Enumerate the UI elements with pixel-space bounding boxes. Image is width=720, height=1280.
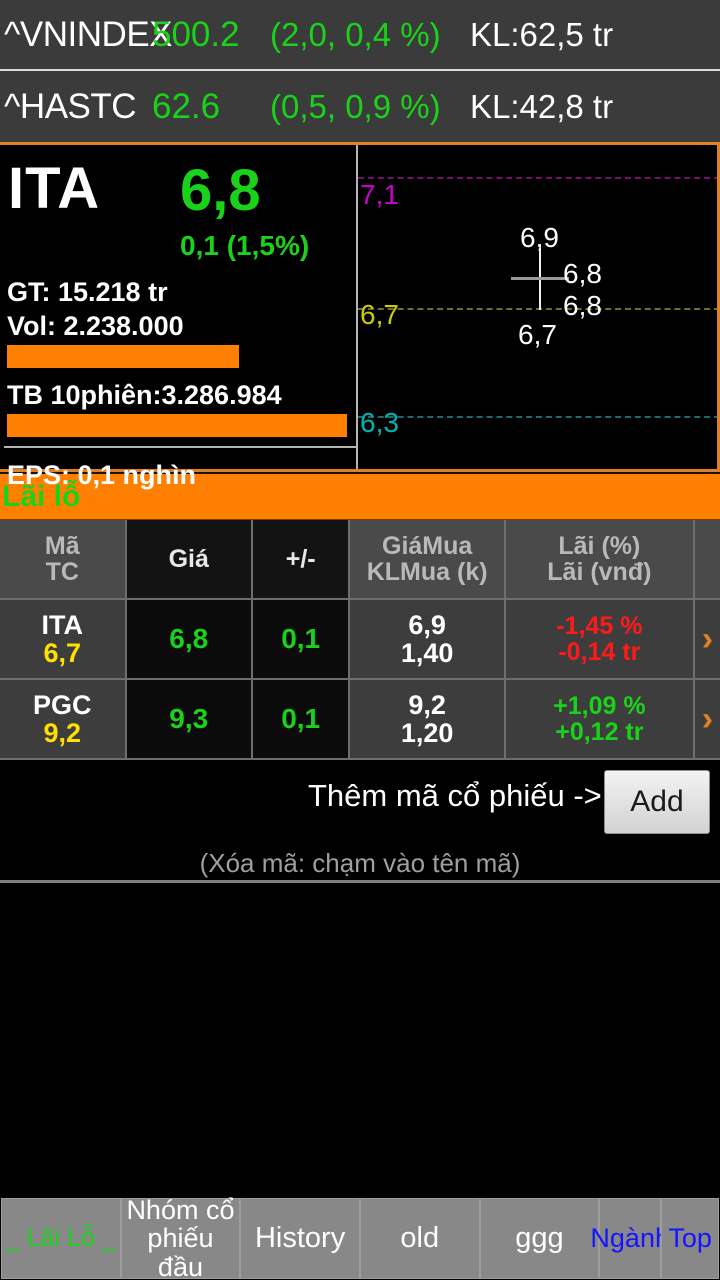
column-header-change: +/- (253, 520, 351, 598)
row-profit-pct: +1,09 % (553, 692, 646, 720)
column-header-price: Giá (126, 520, 253, 598)
row-symbol: ITA (41, 609, 84, 640)
candle-low-label: 6,7 (518, 319, 557, 350)
delete-hint-text: (Xóa mã: chạm vào tên mã) (199, 848, 521, 878)
stock-volume: Vol: 2.238.000 (7, 311, 184, 341)
row-buy-qty: 1,40 (400, 638, 454, 668)
volume-bar (7, 345, 239, 368)
cell-profit: +1,09 % +0,12 tr (505, 680, 695, 758)
add-stock-label: Thêm mã cổ phiếu -> (308, 778, 602, 813)
bottom-navigation-bar: _ Lãi Lỗ _ Nhóm cổ phiếu đầu History old… (0, 1195, 720, 1280)
stock-price: 6,8 (180, 158, 261, 223)
row-price: 6,8 (169, 623, 209, 655)
index-name: ^HASTC (4, 86, 137, 126)
header-line1: GiáMua (382, 532, 473, 560)
candle-body (511, 277, 569, 280)
stock-avg10: TB 10phiên:3.286.984 (7, 380, 282, 410)
index-value: 62.6 (152, 86, 221, 126)
nav-button-nganh[interactable]: Ngành (590, 1198, 670, 1279)
nav-button-history[interactable]: History (240, 1198, 360, 1279)
nav-button-nhom-co-phieu-dau[interactable]: Nhóm cổ phiếu đầu (120, 1195, 241, 1280)
content-divider (0, 880, 720, 883)
table-header-row: Mã TC Giá +/- GiáMua KLMua (k) Lãi (%) L… (0, 520, 720, 600)
nav-button-lai-lo[interactable]: _ Lãi Lỗ _ (1, 1198, 121, 1279)
gridlabel-ceiling: 7,1 (360, 179, 399, 210)
candlestick-chart[interactable]: 7,1 6,7 6,3 6,9 6,8 6,8 6,7 (358, 145, 720, 469)
nav-button-top[interactable]: Top (661, 1198, 720, 1279)
header-line1: +/- (285, 545, 316, 573)
candle-close-label: 6,8 (563, 290, 602, 321)
table-row[interactable]: PGC 9,2 9,3 0,1 9,2 1,20 +1,09 % +0,12 t… (0, 680, 720, 760)
cell-buy: 9,2 1,20 (350, 680, 506, 758)
cell-price: 9,3 (126, 680, 253, 758)
index-volume: KL:62,5 tr (470, 15, 614, 53)
header-line2: KLMua (k) (366, 558, 488, 586)
header-line1: Giá (168, 545, 209, 573)
column-header-symbol: Mã TC (0, 520, 127, 598)
app-root: ^VNINDEX 500.2 (2,0, 0,4 %) KL:62,5 tr ^… (0, 0, 720, 1280)
index-row-hastc[interactable]: ^HASTC 62.6 (0,5, 0,9 %) KL:42,8 tr (0, 71, 720, 142)
gridline-ceiling (358, 177, 720, 179)
chevron-right-icon: › (694, 680, 720, 758)
gridlabel-floor: 6,3 (360, 407, 399, 438)
index-name: ^VNINDEX (4, 14, 173, 54)
index-change: (2,0, 0,4 %) (270, 15, 441, 53)
row-profit-value: -0,14 tr (558, 638, 641, 666)
cell-change: 0,1 (253, 600, 351, 678)
index-row-vnindex[interactable]: ^VNINDEX 500.2 (2,0, 0,4 %) KL:62,5 tr (0, 0, 720, 71)
add-button[interactable]: Add (604, 770, 710, 834)
cell-buy: 6,9 1,40 (350, 600, 506, 678)
gridline-floor (358, 416, 720, 418)
row-change: 0,1 (281, 703, 321, 735)
header-line2: TC (45, 558, 79, 586)
stock-eps: EPS: 0,1 nghìn (7, 460, 197, 490)
index-value: 500.2 (152, 14, 240, 54)
candle-open-label: 6,8 (563, 258, 602, 289)
header-line1: Mã (44, 532, 80, 560)
stock-summary-top: ITA 6,8 0,1 (1,5%) (4, 145, 356, 275)
header-line1: Lãi (%) (558, 532, 641, 560)
stock-change: 0,1 (1,5%) (180, 230, 310, 261)
gridlabel-reference: 6,7 (360, 299, 399, 330)
row-buy-price: 6,9 (408, 609, 446, 640)
cell-detail-arrow[interactable]: › (694, 680, 720, 758)
row-profit-value: +0,12 tr (555, 718, 644, 746)
cell-detail-arrow[interactable]: › (694, 600, 720, 678)
row-symbol: PGC (32, 689, 92, 720)
index-header: ^VNINDEX 500.2 (2,0, 0,4 %) KL:62,5 tr ^… (0, 0, 720, 142)
row-buy-price: 9,2 (408, 689, 446, 720)
nav-button-ggg[interactable]: ggg (479, 1198, 600, 1279)
row-reference-price: 9,2 (43, 718, 82, 748)
row-reference-price: 6,7 (43, 638, 82, 668)
avg-volume-bar (7, 414, 347, 437)
column-header-spacer (694, 520, 720, 598)
cell-symbol[interactable]: PGC 9,2 (0, 680, 127, 758)
row-change: 0,1 (281, 623, 321, 655)
row-profit-pct: -1,45 % (556, 612, 643, 640)
row-buy-qty: 1,20 (400, 718, 454, 748)
stock-ticker: ITA (8, 156, 101, 221)
portfolio-table: Mã TC Giá +/- GiáMua KLMua (k) Lãi (%) L… (0, 520, 720, 760)
stock-turnover: GT: 15.218 tr (7, 277, 168, 307)
index-change: (0,5, 0,9 %) (270, 87, 441, 125)
header-line2: Lãi (vnđ) (547, 558, 652, 586)
cell-price: 6,8 (126, 600, 253, 678)
candle-high-label: 6,9 (520, 222, 559, 253)
row-price: 9,3 (169, 703, 209, 735)
column-header-profit: Lãi (%) Lãi (vnđ) (505, 520, 695, 598)
stock-summary[interactable]: ITA 6,8 0,1 (1,5%) GT: 15.218 tr Vol: 2.… (0, 145, 358, 490)
index-volume: KL:42,8 tr (470, 87, 614, 125)
stock-detail-panel: ITA 6,8 0,1 (1,5%) GT: 15.218 tr Vol: 2.… (0, 142, 720, 490)
cell-change: 0,1 (253, 680, 351, 758)
nav-button-old[interactable]: old (359, 1198, 480, 1279)
cell-profit: -1,45 % -0,14 tr (505, 600, 695, 678)
cell-symbol[interactable]: ITA 6,7 (0, 600, 127, 678)
chevron-right-icon: › (694, 600, 720, 678)
table-row[interactable]: ITA 6,7 6,8 0,1 6,9 1,40 -1,45 % -0,14 t… (0, 600, 720, 680)
column-header-buy: GiáMua KLMua (k) (350, 520, 506, 598)
